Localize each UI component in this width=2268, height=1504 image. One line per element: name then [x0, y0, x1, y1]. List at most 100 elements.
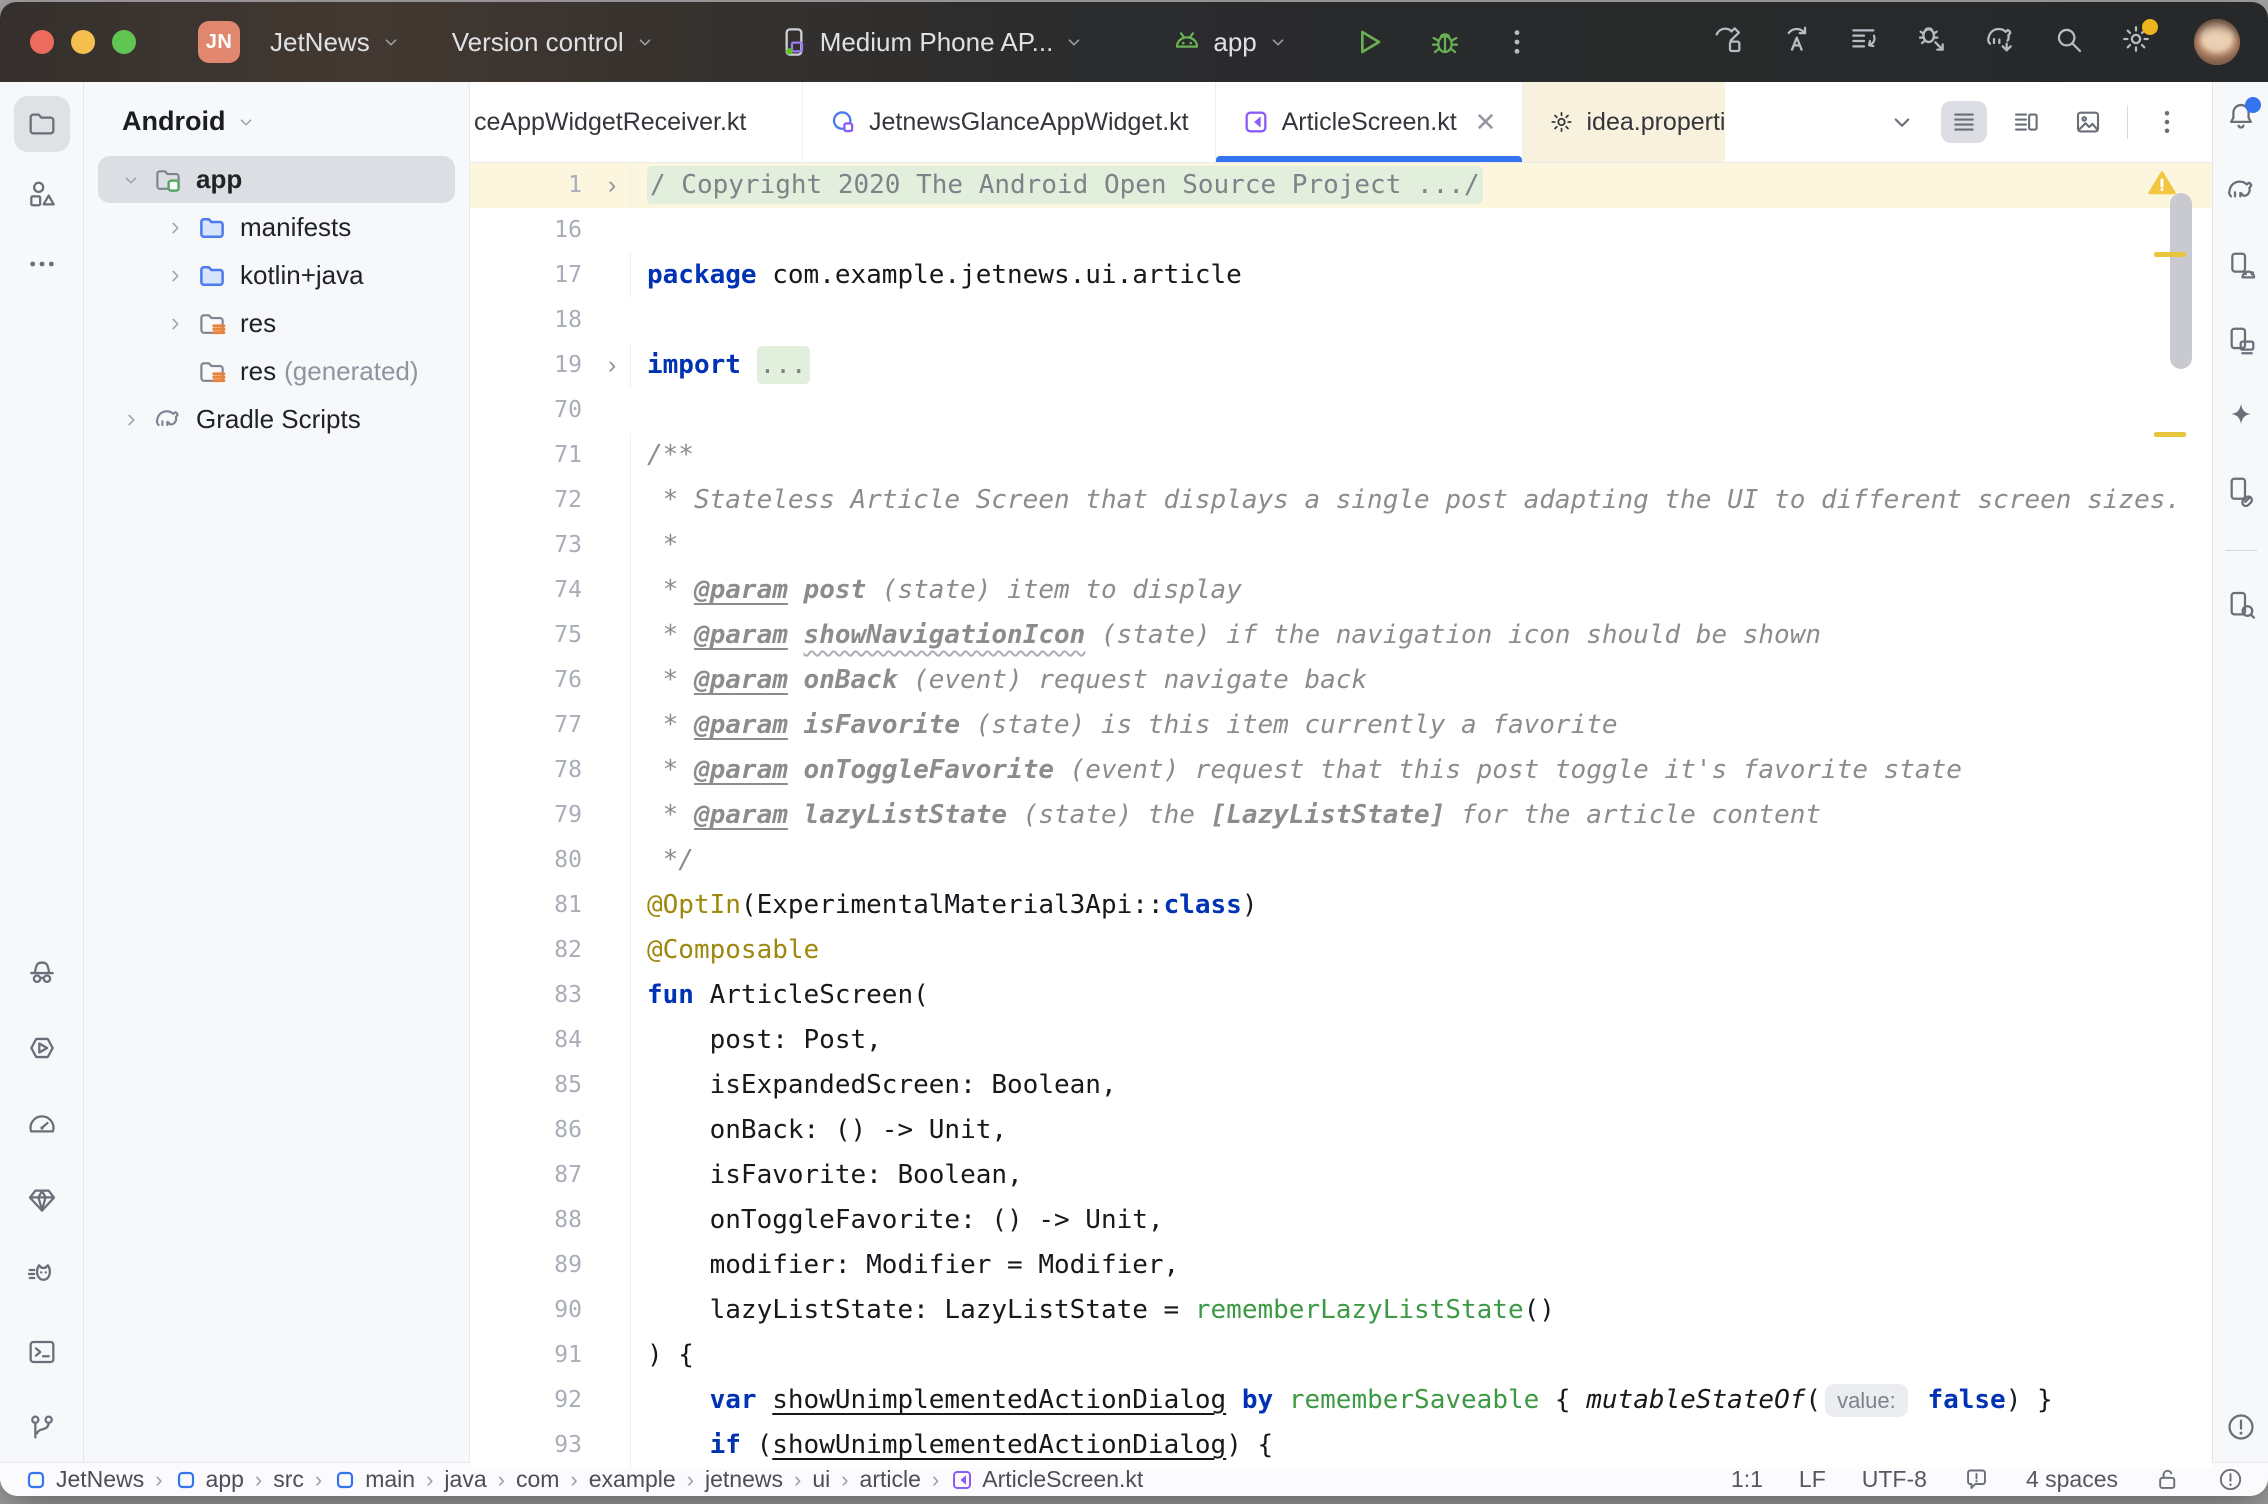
incognito-hat-icon[interactable]: [26, 956, 58, 988]
tab-idea-properties[interactable]: idea.properti: [1523, 82, 1725, 162]
close-tab-icon[interactable]: ✕: [1475, 107, 1497, 138]
code-line-88[interactable]: 88 onToggleFavorite: () -> Unit,: [470, 1198, 2212, 1243]
editor-options-menu[interactable]: [2144, 101, 2190, 143]
attach-debugger-icon[interactable]: [1916, 23, 1948, 62]
apply-changes-icon[interactable]: [1780, 23, 1812, 62]
zoom-window-button[interactable]: [112, 30, 136, 54]
settings-gear-icon[interactable]: [2120, 23, 2152, 62]
close-window-button[interactable]: [30, 30, 54, 54]
device-manager-icon[interactable]: [2225, 250, 2257, 287]
problems-status-icon[interactable]: [2217, 1466, 2244, 1493]
code-line-70[interactable]: 70: [470, 388, 2212, 433]
view-mode-editor[interactable]: [1941, 101, 1987, 143]
bug-attach-glyph[interactable]: [1916, 23, 1948, 55]
more-actions-menu[interactable]: [1501, 26, 1533, 58]
code-line-81[interactable]: 81@OptIn(ExperimentalMaterial3Api::class…: [470, 883, 2212, 928]
more-tool-windows-icon[interactable]: [14, 236, 70, 292]
tree-chevron-icon[interactable]: [112, 169, 150, 191]
terminal-icon[interactable]: [26, 1336, 58, 1368]
sync-a-glyph[interactable]: [1780, 23, 1812, 55]
run-button[interactable]: [1353, 26, 1385, 58]
sparkle-glyph[interactable]: [2225, 400, 2257, 432]
fold-region-icon[interactable]: ›: [594, 351, 630, 380]
hammer-glyph[interactable]: [1712, 23, 1744, 55]
code-line-89[interactable]: 89 modifier: Modifier = Modifier,: [470, 1243, 2212, 1288]
breadcrumb-item-app[interactable]: app: [174, 1466, 244, 1493]
file-writable-icon[interactable]: [2154, 1466, 2181, 1493]
version-control-menu[interactable]: Version control: [436, 16, 672, 68]
hidden-tabs-chevron[interactable]: [1879, 101, 1925, 143]
fold-region-icon[interactable]: ›: [594, 171, 630, 200]
tab-jetnews-glance-app-widget[interactable]: JetnewsGlanceAppWidget.kt: [803, 82, 1216, 162]
view-mode-preview[interactable]: [2065, 101, 2111, 143]
breadcrumb-item-main[interactable]: main: [333, 1466, 415, 1493]
code-line-77[interactable]: 77 * @param isFavorite (state) is this i…: [470, 703, 2212, 748]
resource-manager-icon[interactable]: [14, 166, 70, 222]
project-view-selector[interactable]: Android: [84, 92, 469, 155]
tab-glance-app-widget-receiver[interactable]: ceAppWidgetReceiver.kt: [470, 82, 803, 162]
code-line-85[interactable]: 85 isExpandedScreen: Boolean,: [470, 1063, 2212, 1108]
view-mode-split[interactable]: [2003, 101, 2049, 143]
code-line-75[interactable]: 75 * @param showNavigationIcon (state) i…: [470, 613, 2212, 658]
inspections-warning-icon[interactable]: [2146, 168, 2178, 198]
gemini-sparkle-icon[interactable]: [2225, 400, 2257, 437]
user-avatar[interactable]: [2194, 19, 2240, 65]
breadcrumb-item-article[interactable]: article: [860, 1466, 921, 1493]
breadcrumb-item-jetnews[interactable]: JetNews: [24, 1466, 144, 1493]
warning-stripe-mark[interactable]: [2154, 252, 2186, 257]
bell-glyph[interactable]: [2225, 100, 2257, 132]
debug-button[interactable]: [1429, 26, 1461, 58]
search-glyph[interactable]: [2052, 23, 2084, 55]
inspection-balloon-icon[interactable]: [1963, 1466, 1990, 1493]
elephant-sync-glyph[interactable]: [1984, 23, 2016, 55]
profiler-gauge-icon[interactable]: [26, 1108, 58, 1140]
code-line-74[interactable]: 74 * @param post (state) item to display: [470, 568, 2212, 613]
tree-item-res[interactable]: res(generated): [98, 348, 455, 395]
phone-layers-glyph[interactable]: [2225, 325, 2257, 357]
code-line-80[interactable]: 80 */: [470, 838, 2212, 883]
device-mirroring-icon[interactable]: [2225, 475, 2257, 512]
caret-position[interactable]: 1:1: [1731, 1466, 1763, 1493]
running-devices-icon[interactable]: [2225, 325, 2257, 362]
hexagon-play-icon[interactable]: [26, 1032, 58, 1064]
code-line-73[interactable]: 73 *: [470, 523, 2212, 568]
code-line-18[interactable]: 18: [470, 298, 2212, 343]
code-line-72[interactable]: 72 * Stateless Article Screen that displ…: [470, 478, 2212, 523]
tab-article-screen[interactable]: ArticleScreen.kt✕: [1216, 82, 1524, 162]
code-line-1[interactable]: 1›/ Copyright 2020 The Android Open Sour…: [470, 163, 2212, 208]
code-line-93[interactable]: 93 if (showUnimplementedActionDialog) {: [470, 1423, 2212, 1468]
logcat-cat-icon[interactable]: [26, 1260, 58, 1292]
elephant-glyph[interactable]: [2225, 175, 2257, 207]
file-encoding[interactable]: UTF-8: [1862, 1466, 1927, 1493]
line-separator[interactable]: LF: [1799, 1466, 1826, 1493]
app-inspection-gem-icon[interactable]: [26, 1184, 58, 1216]
code-line-84[interactable]: 84 post: Post,: [470, 1018, 2212, 1063]
breadcrumb-item-example[interactable]: example: [589, 1466, 676, 1493]
search-everywhere-icon[interactable]: [2052, 23, 2084, 62]
shapes-glyph[interactable]: [26, 178, 58, 210]
breadcrumb-item-com[interactable]: com: [516, 1466, 559, 1493]
run-configuration-selector[interactable]: app: [1155, 16, 1304, 68]
tree-item-gradle-scripts[interactable]: Gradle Scripts: [98, 396, 455, 443]
profiler-lines-icon[interactable]: [1848, 23, 1880, 62]
breadcrumb-item-ui[interactable]: ui: [812, 1466, 830, 1493]
code-line-86[interactable]: 86 onBack: () -> Unit,: [470, 1108, 2212, 1153]
project-tool-icon[interactable]: [14, 96, 70, 152]
code-line-82[interactable]: 82@Composable: [470, 928, 2212, 973]
profiler-glyph[interactable]: [1848, 23, 1880, 55]
code-editor[interactable]: 1›/ Copyright 2020 The Android Open Sour…: [470, 163, 2212, 1468]
code-line-17[interactable]: 17package com.example.jetnews.ui.article: [470, 253, 2212, 298]
tree-item-app[interactable]: app: [98, 156, 455, 203]
breadcrumb-item-articlescreen-kt[interactable]: ArticleScreen.kt: [950, 1466, 1143, 1493]
code-line-79[interactable]: 79 * @param lazyListState (state) the [L…: [470, 793, 2212, 838]
code-line-19[interactable]: 19›import ...: [470, 343, 2212, 388]
breadcrumb-item-jetnews[interactable]: jetnews: [705, 1466, 783, 1493]
indent-style[interactable]: 4 spaces: [2026, 1466, 2118, 1493]
gradle-sync-icon[interactable]: [1984, 23, 2016, 62]
code-line-92[interactable]: 92 var showUnimplementedActionDialog by …: [470, 1378, 2212, 1423]
device-explorer-icon[interactable]: [2225, 589, 2257, 626]
breadcrumb-item-src[interactable]: src: [273, 1466, 304, 1493]
code-line-76[interactable]: 76 * @param onBack (event) request navig…: [470, 658, 2212, 703]
code-line-83[interactable]: 83fun ArticleScreen(: [470, 973, 2212, 1018]
project-name-menu[interactable]: JetNews: [254, 16, 418, 68]
